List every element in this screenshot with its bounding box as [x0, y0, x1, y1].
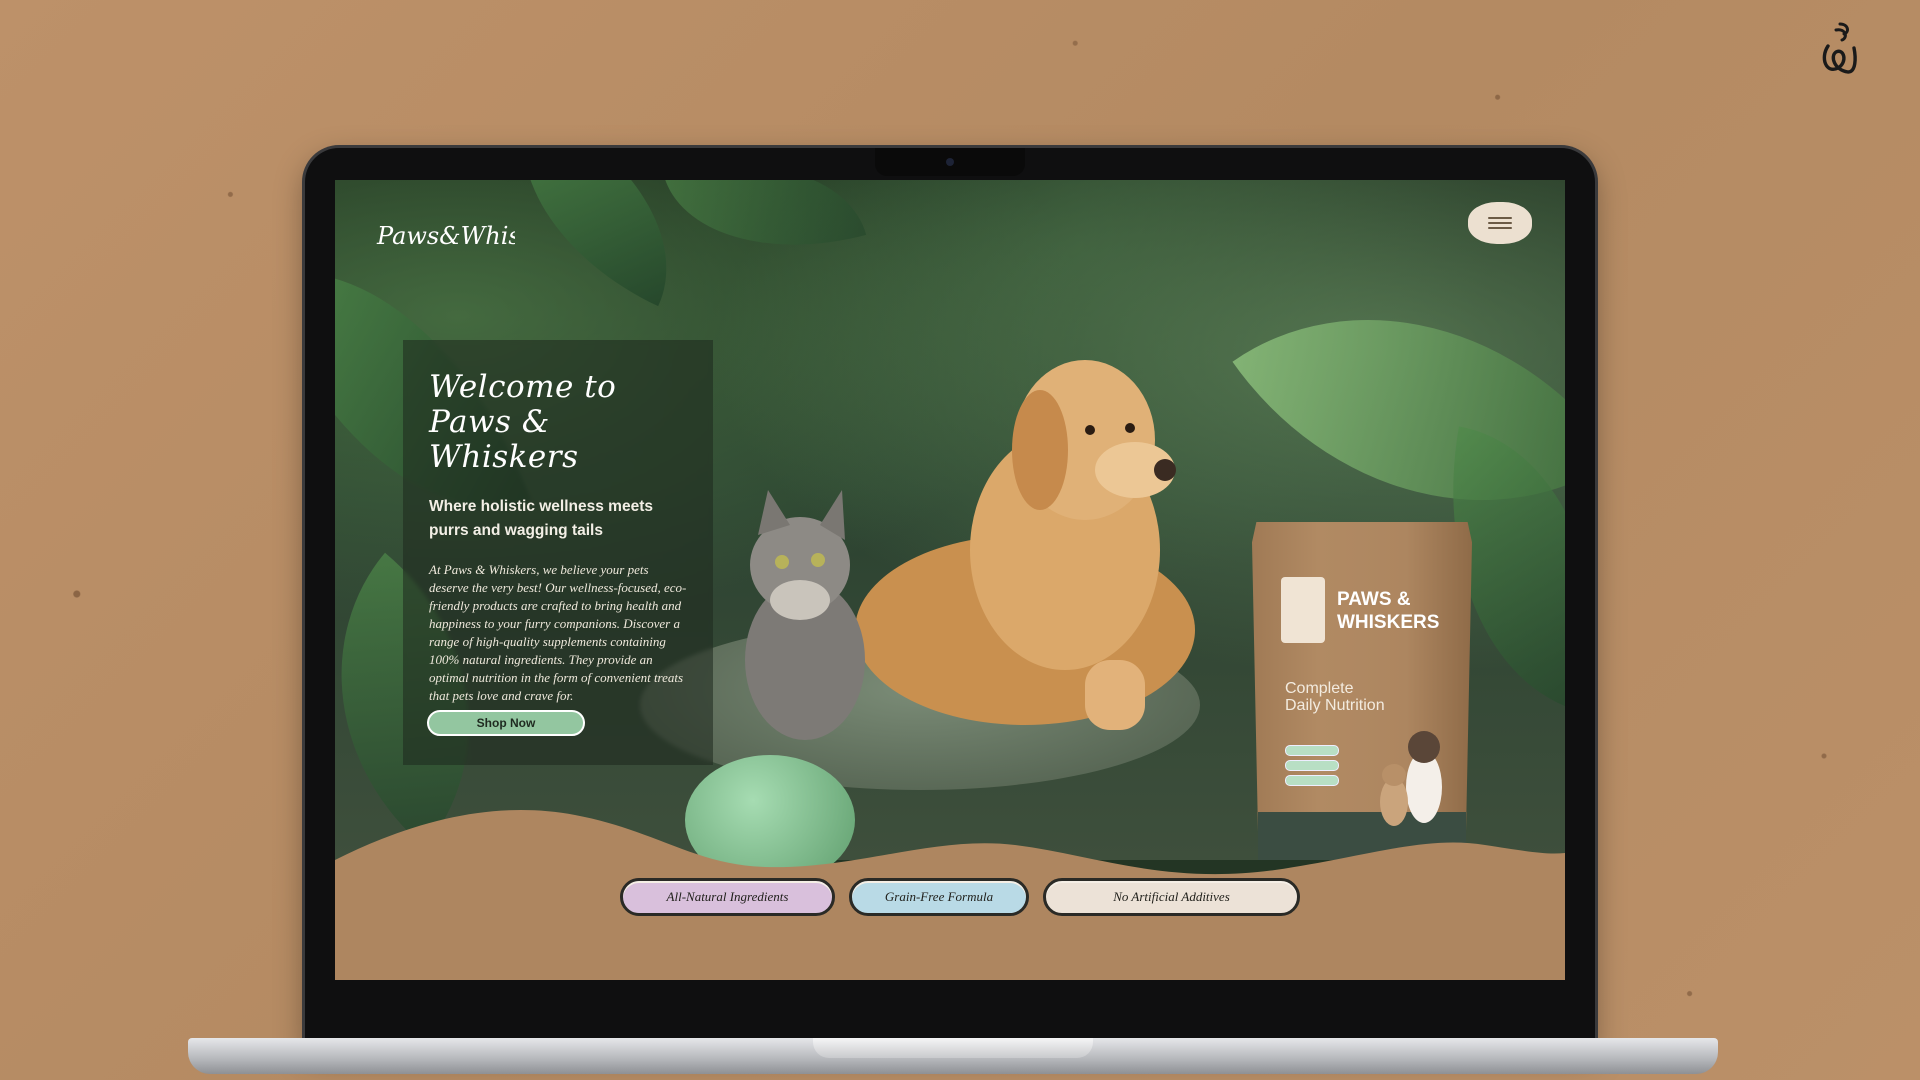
feature-badge-natural[interactable]: All-Natural Ingredients	[620, 878, 835, 916]
intro-panel: Welcome to Paws & Whiskers Where holisti…	[403, 340, 713, 765]
hero-subtitle: Where holistic wellness meets purrs and …	[429, 498, 653, 539]
laptop-base	[188, 1038, 1718, 1074]
website-screen: PAWS & WHISKERS Complete Daily Nutrition…	[335, 180, 1565, 980]
hero-title: Welcome to Paws & Whiskers	[429, 370, 689, 475]
laptop-notch	[875, 148, 1025, 176]
site-logo: Paws&Whiskers	[376, 222, 515, 250]
svg-text:Paws&Whiskers: Paws&Whiskers	[376, 222, 515, 250]
bag-logo-icon	[1281, 577, 1325, 643]
camera-icon	[946, 158, 954, 166]
feature-badge-grain-free[interactable]: Grain-Free Formula	[849, 878, 1029, 916]
hero-title-line2: Paws & Whiskers	[429, 404, 579, 475]
feature-badge-no-additives[interactable]: No Artificial Additives	[1043, 878, 1300, 916]
menu-button[interactable]	[1468, 202, 1532, 244]
shop-now-button[interactable]: Shop Now	[427, 710, 585, 736]
hero-body-text: At Paws & Whiskers, we believe your pets…	[429, 562, 687, 703]
corner-brand-logo	[1822, 22, 1857, 74]
hamburger-menu-icon	[1488, 217, 1512, 229]
golden-retriever-image	[855, 360, 1195, 730]
bag-brand-name: PAWS & WHISKERS	[1337, 589, 1440, 633]
hero-title-line1: Welcome to	[429, 369, 617, 405]
feature-badges: All-Natural Ingredients Grain-Free Formu…	[620, 878, 1300, 916]
laptop-base-groove	[813, 1038, 1093, 1058]
bag-tagline: Complete Daily Nutrition	[1285, 680, 1385, 714]
gray-cat-image	[745, 490, 865, 740]
